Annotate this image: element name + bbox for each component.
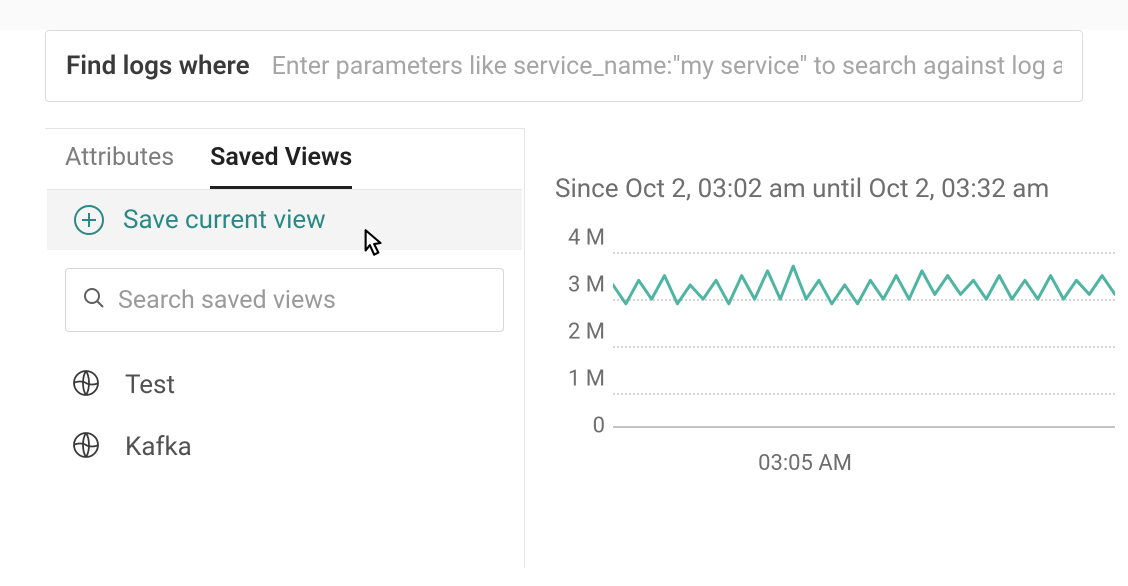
find-logs-label: Find logs where [66, 51, 250, 81]
plus-circle-icon [73, 204, 105, 236]
log-query-input[interactable] [272, 52, 1062, 81]
saved-views-search[interactable] [65, 268, 504, 332]
saved-views-search-input[interactable] [118, 286, 487, 315]
pointer-cursor-icon [355, 226, 389, 264]
y-tick: 4 M [555, 226, 605, 251]
chart-line [613, 238, 1115, 438]
time-range-label: Since Oct 2, 03:02 am until Oct 2, 03:32… [555, 174, 1128, 204]
logs-line-chart: 4 M 3 M 2 M 1 M 0 03:05 AM [555, 238, 1115, 468]
saved-view-item[interactable]: Test [45, 354, 524, 416]
saved-view-label: Kafka [125, 432, 192, 462]
tab-attributes[interactable]: Attributes [65, 143, 174, 189]
saved-view-item[interactable]: Kafka [45, 416, 524, 478]
x-tick: 03:05 AM [758, 451, 852, 476]
save-current-view-label: Save current view [123, 205, 326, 235]
tab-saved-views[interactable]: Saved Views [210, 143, 352, 189]
chart-panel: Since Oct 2, 03:02 am until Oct 2, 03:32… [525, 128, 1128, 568]
y-tick: 1 M [555, 367, 605, 392]
y-tick: 2 M [555, 320, 605, 345]
log-query-bar[interactable]: Find logs where [45, 30, 1083, 102]
globe-icon [71, 430, 101, 464]
globe-icon [71, 368, 101, 402]
sidebar-panel: Attributes Saved Views Save current view [45, 128, 525, 568]
search-icon [82, 286, 106, 314]
save-current-view-button[interactable]: Save current view [47, 189, 522, 250]
y-tick: 3 M [555, 273, 605, 298]
saved-view-label: Test [125, 370, 175, 400]
y-tick: 0 [555, 414, 605, 439]
